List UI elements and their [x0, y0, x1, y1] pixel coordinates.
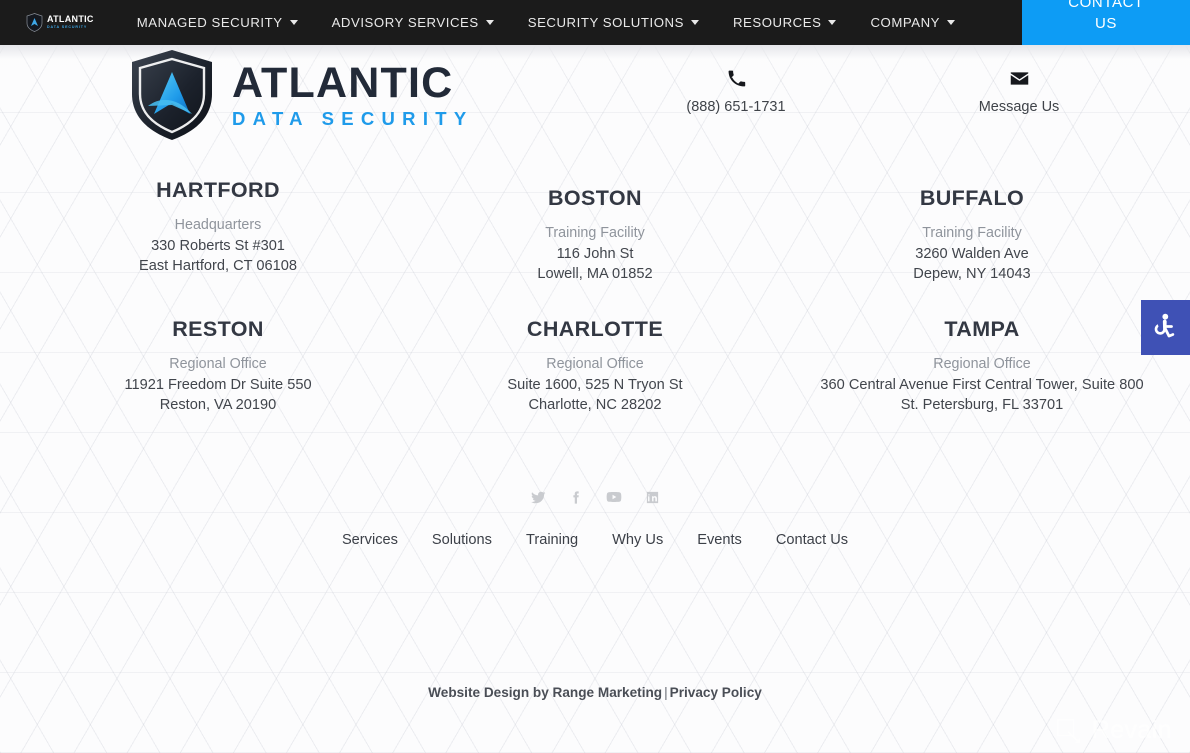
- footer-credit: Website Design by Range Marketing | Privac…: [0, 685, 1190, 700]
- nav-item-label: COMPANY: [870, 15, 940, 30]
- office-address-line1: 360 Central Avenue First Central Tower, …: [820, 377, 1144, 393]
- office-hartford: HARTFORD Headquarters 330 Roberts St #30…: [38, 178, 398, 276]
- contact-message[interactable]: Message Us: [919, 65, 1119, 115]
- nav-item-label: SECURITY SOLUTIONS: [527, 15, 684, 30]
- revain-logo-icon: [1056, 718, 1080, 743]
- office-city: TAMPA: [944, 317, 1020, 341]
- brand-contact-row: ATLANTIC DATA SECURITY (888) 651-1731 Me…: [0, 45, 1190, 145]
- office-address-line2: Depew, NY 14043: [913, 265, 1031, 282]
- office-address: 330 Roberts St #301 East Hartford, CT 06…: [38, 237, 398, 276]
- office-type: Regional Office: [169, 356, 267, 372]
- office-address: 360 Central Avenue First Central Tower, …: [792, 376, 1172, 415]
- credit-separator: |: [664, 685, 668, 700]
- nav-item-label: MANAGED SECURITY: [136, 15, 283, 30]
- linkedin-icon[interactable]: [644, 489, 660, 505]
- office-city: RESTON: [172, 317, 264, 341]
- office-address-line2: East Hartford, CT 06108: [139, 257, 297, 274]
- office-type: Training Facility: [922, 225, 1022, 241]
- office-type: Headquarters: [174, 217, 262, 233]
- logo-shield-icon: [132, 50, 212, 140]
- chevron-down-icon: [947, 20, 955, 25]
- twitter-icon[interactable]: [530, 489, 546, 505]
- facebook-icon[interactable]: [568, 489, 584, 505]
- office-city: BUFFALO: [919, 186, 1025, 210]
- footer-link-training[interactable]: Training: [509, 532, 595, 548]
- footer-link-why-us[interactable]: Why Us: [595, 532, 680, 548]
- envelope-icon: [919, 65, 1119, 91]
- social-links: [0, 489, 1190, 505]
- contact-us-line1: CONTACT: [1068, 0, 1144, 11]
- revain-watermark: Revain: [1055, 716, 1172, 745]
- nav-item-managed-security[interactable]: MANAGED SECURITY: [120, 0, 315, 45]
- office-address-line1: 330 Roberts St #301: [151, 238, 285, 254]
- phone-number: (888) 651-1731: [686, 99, 786, 115]
- nav-item-label: RESOURCES: [732, 15, 822, 30]
- chevron-down-icon: [289, 20, 298, 25]
- youtube-icon[interactable]: [606, 489, 622, 505]
- nav-shield-icon: [26, 13, 43, 32]
- nav-item-label: ADVISORY SERVICES: [331, 15, 479, 30]
- accessibility-button[interactable]: [1141, 300, 1190, 355]
- office-boston: BOSTON Training Facility 116 John St Low…: [415, 186, 775, 284]
- office-address-line2: Lowell, MA 01852: [537, 265, 653, 282]
- nav-item-security-solutions[interactable]: SECURITY SOLUTIONS: [511, 0, 716, 45]
- office-address: 11921 Freedom Dr Suite 550 Reston, VA 20…: [38, 376, 398, 415]
- office-tampa: TAMPA Regional Office 360 Central Avenue…: [792, 317, 1172, 415]
- nav-item-company[interactable]: COMPANY: [853, 0, 972, 45]
- contact-us-button[interactable]: CONTACT US: [1022, 0, 1190, 45]
- phone-icon: [636, 65, 836, 91]
- office-reston: RESTON Regional Office 11921 Freedom Dr …: [38, 317, 398, 415]
- chevron-down-icon: [690, 20, 699, 25]
- footer-content: ATLANTIC DATA SECURITY (888) 651-1731 Me…: [0, 45, 1190, 753]
- nav-item-resources[interactable]: RESOURCES: [716, 0, 854, 45]
- nav-items: MANAGED SECURITY ADVISORY SERVICES SECUR…: [120, 0, 972, 45]
- revain-watermark-text: Revain: [1091, 716, 1172, 744]
- footer-link-events[interactable]: Events: [680, 532, 759, 548]
- office-address-line1: 3260 Walden Ave: [915, 246, 1029, 262]
- logo-wordmark: ATLANTIC DATA SECURITY: [232, 58, 474, 129]
- nav-logo-primary-text: ATLANTIC: [47, 14, 94, 25]
- nav-item-advisory-services[interactable]: ADVISORY SERVICES: [315, 0, 511, 45]
- range-marketing-link[interactable]: Website Design by Range Marketing: [428, 685, 662, 700]
- office-charlotte: CHARLOTTE Regional Office Suite 1600, 52…: [415, 317, 775, 415]
- top-navigation-bar: ATLANTIC DATA SECURITY MANAGED SECURITY …: [0, 0, 1190, 45]
- office-address-line2: St. Petersburg, FL 33701: [900, 396, 1064, 413]
- nav-logo[interactable]: ATLANTIC DATA SECURITY: [26, 13, 94, 32]
- office-address-line2: Charlotte, NC 28202: [528, 396, 662, 413]
- nav-logo-wordmark: ATLANTIC DATA SECURITY: [47, 15, 94, 29]
- office-type: Training Facility: [545, 225, 645, 241]
- privacy-policy-link[interactable]: Privacy Policy: [670, 685, 762, 700]
- office-address-line2: Reston, VA 20190: [159, 396, 277, 413]
- office-address-line1: Suite 1600, 525 N Tryon St: [507, 377, 683, 393]
- office-city: BOSTON: [548, 186, 642, 210]
- message-us-label: Message Us: [978, 99, 1060, 115]
- office-address-line1: 116 John St: [556, 246, 634, 262]
- logo-primary-text: ATLANTIC: [232, 58, 454, 107]
- office-address: Suite 1600, 525 N Tryon St Charlotte, NC…: [415, 376, 775, 415]
- office-city: HARTFORD: [156, 178, 280, 202]
- office-type: Regional Office: [546, 356, 644, 372]
- footer-link-solutions[interactable]: Solutions: [415, 532, 509, 548]
- wheelchair-icon: [1154, 313, 1174, 337]
- contact-phone[interactable]: (888) 651-1731: [636, 65, 836, 115]
- office-type: Regional Office: [933, 356, 1031, 372]
- contact-us-line2: US: [1094, 15, 1118, 32]
- nav-logo-secondary-text: DATA SECURITY: [47, 24, 88, 29]
- office-address: 116 John St Lowell, MA 01852: [415, 245, 775, 284]
- office-address-line1: 11921 Freedom Dr Suite 550: [124, 377, 312, 393]
- logo-secondary-text: DATA SECURITY: [232, 107, 474, 129]
- site-logo[interactable]: ATLANTIC DATA SECURITY: [128, 48, 474, 142]
- footer-nav-links: Services Solutions Training Why Us Event…: [0, 532, 1190, 548]
- footer-link-contact-us[interactable]: Contact Us: [759, 532, 865, 548]
- chevron-down-icon: [485, 20, 494, 25]
- office-address: 3260 Walden Ave Depew, NY 14043: [792, 245, 1152, 284]
- office-city: CHARLOTTE: [526, 317, 664, 341]
- chevron-down-icon: [828, 20, 837, 25]
- footer-link-services[interactable]: Services: [325, 532, 415, 548]
- office-buffalo: BUFFALO Training Facility 3260 Walden Av…: [792, 186, 1152, 284]
